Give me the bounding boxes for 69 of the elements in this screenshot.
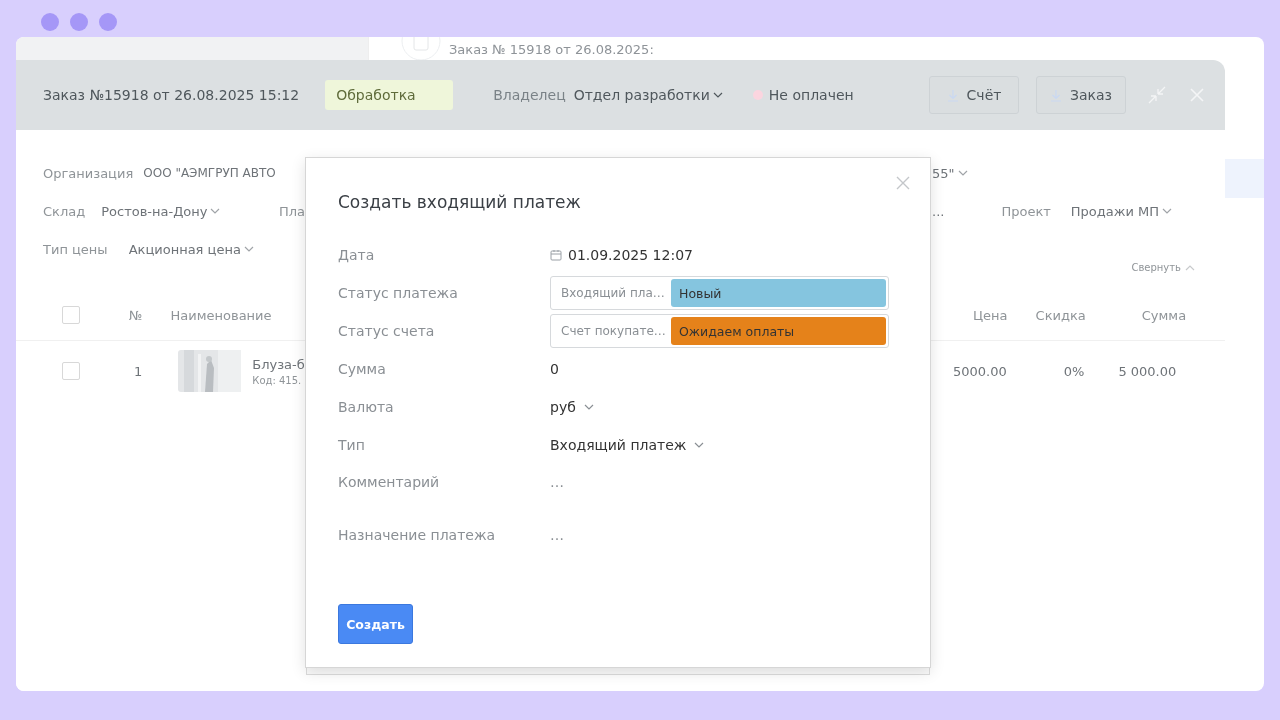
order-title: Заказ №15918 от 26.08.2025 15:12 <box>43 87 300 103</box>
chevron-down-icon <box>210 207 221 215</box>
column-header: Сумма <box>1141 307 1187 323</box>
back-page-title: Заказ № 15918 от 26.08.2025: <box>449 42 654 57</box>
chevron-down-icon <box>1162 207 1173 215</box>
empty-value[interactable]: … <box>550 474 564 490</box>
product-code: Код: 415. <box>252 374 303 386</box>
field-label: Пла <box>278 203 305 219</box>
field-dropdown[interactable]: Акционная цена <box>128 241 241 257</box>
date-value: 01.09.2025 12:07 <box>568 247 693 263</box>
field-dropdown[interactable]: Ростов-на-Дону <box>101 203 208 219</box>
column-header: Цена <box>973 307 1008 323</box>
column-header: Скидка <box>1035 307 1086 323</box>
create-button[interactable]: Создать <box>338 604 413 644</box>
status-type: Счет покупате… <box>560 323 667 340</box>
table-cell: 5 000.00 <box>1118 363 1177 379</box>
chevron-down-icon <box>712 91 723 99</box>
table-cell: 5000.00 <box>953 363 1007 379</box>
payment-status: Не оплачен <box>768 87 854 103</box>
empty-value[interactable]: … <box>550 527 564 543</box>
order-download-button[interactable]: Заказ <box>1036 76 1126 114</box>
chevron-down-icon <box>243 245 254 253</box>
status-badge[interactable]: Обработка <box>325 80 454 110</box>
field-label: Комментарий <box>338 473 441 492</box>
field-label: Организация <box>43 165 134 181</box>
window-dot <box>41 13 59 31</box>
select-dropdown[interactable]: Входящий платеж <box>550 437 687 453</box>
checkbox[interactable] <box>62 306 80 324</box>
field-label: Статус платежа <box>338 284 459 303</box>
column-header: Наименование <box>170 307 272 323</box>
field-label: Сумма <box>338 360 387 379</box>
field-label: Проект <box>1001 203 1051 219</box>
chevron-up-icon <box>1185 263 1195 271</box>
invoice-download-button[interactable]: Счёт <box>929 76 1019 114</box>
field-dropdown[interactable]: Продажи МП <box>1070 203 1160 219</box>
organization-value[interactable]: 55" <box>932 165 955 181</box>
field-label: Валюта <box>338 398 395 417</box>
collapse-link[interactable]: Свернуть <box>1131 261 1181 273</box>
checkbox[interactable] <box>62 362 80 380</box>
field-label: Статус счета <box>338 322 436 341</box>
select-dropdown[interactable]: руб <box>550 399 576 415</box>
window-dot <box>99 13 117 31</box>
column-header: № <box>129 307 143 323</box>
status-type: Входящий пла… <box>560 285 666 302</box>
field-label: Тип цены <box>43 241 108 257</box>
table-cell: 0% <box>1063 363 1085 379</box>
chevron-down-icon <box>583 403 594 411</box>
field-label: Назначение платежа <box>338 526 497 545</box>
dialog-title: Создать входящий платеж <box>338 192 582 212</box>
organization-value[interactable]: ООО "АЭМГРУП АВТО <box>143 166 276 180</box>
status-pill: Ожидаем оплаты <box>671 317 886 345</box>
calendar-icon <box>550 249 562 261</box>
table-cell: 1 <box>134 363 143 379</box>
field-value: 0 <box>550 361 559 377</box>
status-pill: Новый <box>671 279 886 307</box>
collapse-icon[interactable] <box>1148 86 1166 104</box>
chevron-down-icon <box>694 441 705 449</box>
payer-value[interactable]: ... <box>932 203 945 219</box>
status-field[interactable]: Счет покупате… Ожидаем оплаты <box>550 314 889 348</box>
status-field[interactable]: Входящий пла… Новый <box>550 276 889 310</box>
field-label: Тип <box>338 436 366 455</box>
field-label: Дата <box>338 246 376 265</box>
owner-label: Владелец <box>493 87 566 103</box>
field-label: Склад <box>43 203 86 219</box>
chevron-down-icon <box>957 169 968 177</box>
owner-dropdown[interactable]: Отдел разработки <box>573 87 710 103</box>
window-dot <box>70 13 88 31</box>
close-icon[interactable] <box>896 176 910 190</box>
product-name[interactable]: Блуза-б <box>252 356 305 372</box>
